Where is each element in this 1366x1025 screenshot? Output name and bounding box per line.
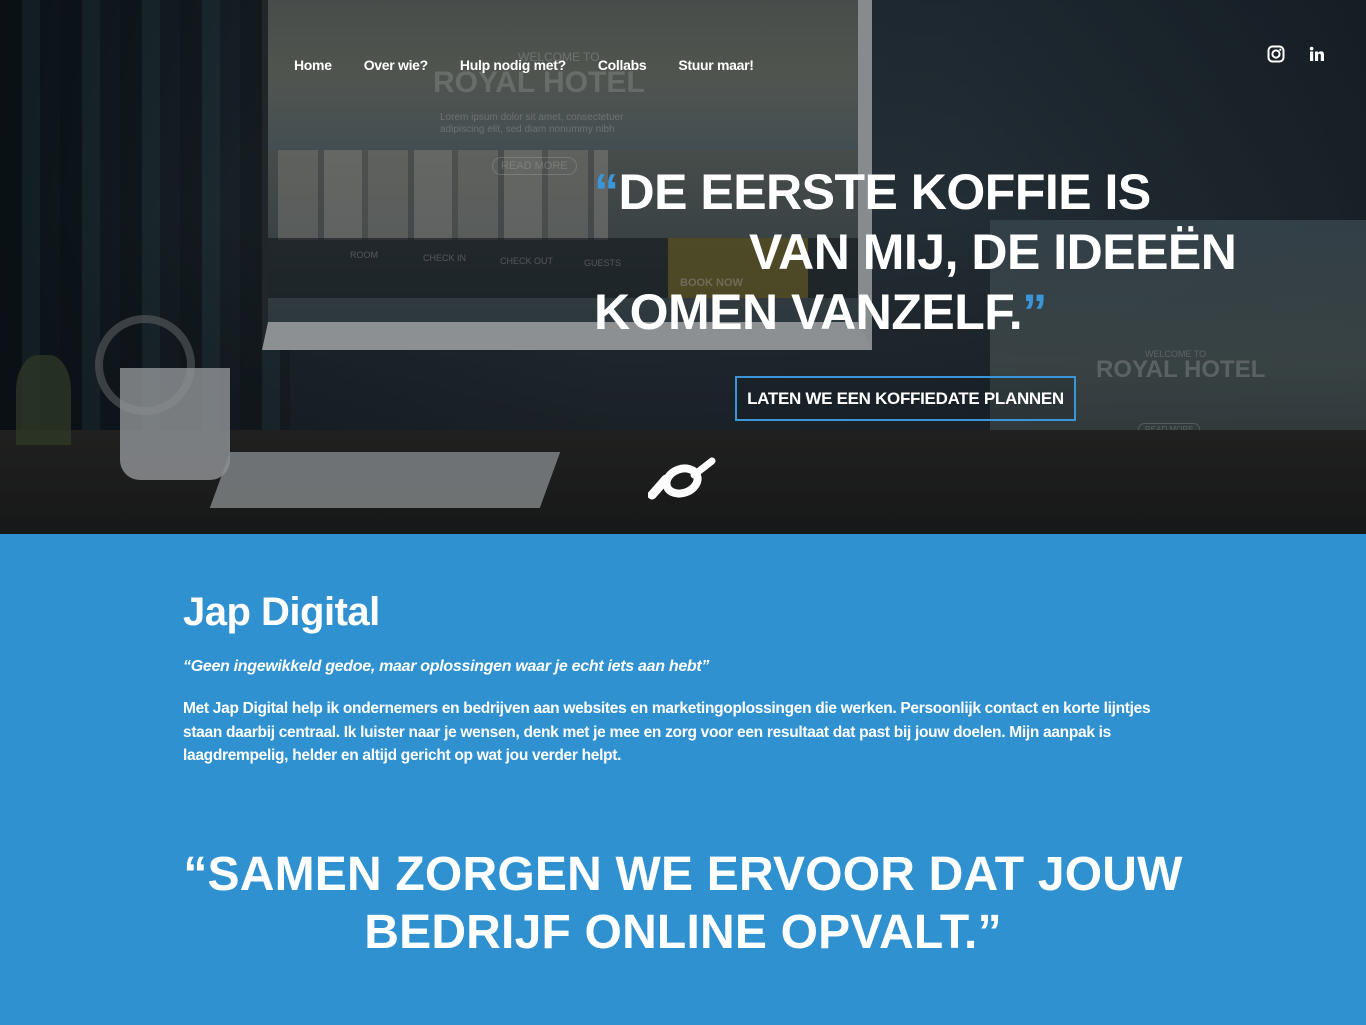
nav-over-wie[interactable]: Over wie?: [364, 57, 429, 73]
about-quote: “SAMEN ZORGEN WE ERVOOR DAT JOUW BEDRIJF…: [140, 846, 1226, 962]
nav-collabs[interactable]: Collabs: [598, 57, 647, 73]
nav-stuur-maar[interactable]: Stuur maar!: [678, 57, 754, 73]
hero-quote-line-3: KOMEN VANZELF.: [594, 284, 1023, 340]
about-quote-line-2: BEDRIJF ONLINE OPVALT.”: [364, 906, 1002, 959]
hero-quote-open-mark: “: [594, 164, 619, 220]
main-navigation: Home Over wie? Hulp nodig met? Collabs S…: [294, 57, 786, 73]
hero-quote-line-2: VAN MIJ, DE IDEEËN: [749, 224, 1237, 280]
about-tagline: “Geen ingewikkeld gedoe, maar oplossinge…: [183, 658, 710, 675]
hero-quote-line-1: DE EERSTE KOFFIE IS: [618, 164, 1152, 220]
nav-home[interactable]: Home: [294, 57, 332, 73]
hero-section: WELCOME TO ROYAL HOTEL Lorem ipsum dolor…: [0, 0, 1366, 534]
hero-quote-close-mark: ”: [1022, 284, 1047, 340]
linkedin-icon[interactable]: [1307, 44, 1327, 64]
about-quote-line-1: “SAMEN ZORGEN WE ERVOOR DAT JOUW: [183, 848, 1183, 901]
koffiedate-plannen-button[interactable]: LATEN WE EEN KOFFIEDATE PLANNEN: [735, 376, 1076, 421]
about-body-text: Met Jap Digital help ik ondernemers en b…: [183, 700, 1151, 764]
about-section: Jap Digital “Geen ingewikkeld gedoe, maa…: [0, 534, 1366, 1025]
instagram-icon[interactable]: [1266, 44, 1286, 64]
about-title: Jap Digital: [183, 590, 380, 634]
hero-quote: “DE EERSTE KOFFIE IS VAN MIJ, DE IDEEËN …: [594, 162, 1294, 342]
nav-hulp-nodig-met[interactable]: Hulp nodig met?: [460, 57, 566, 73]
jap-digital-logo-icon: [647, 455, 716, 501]
